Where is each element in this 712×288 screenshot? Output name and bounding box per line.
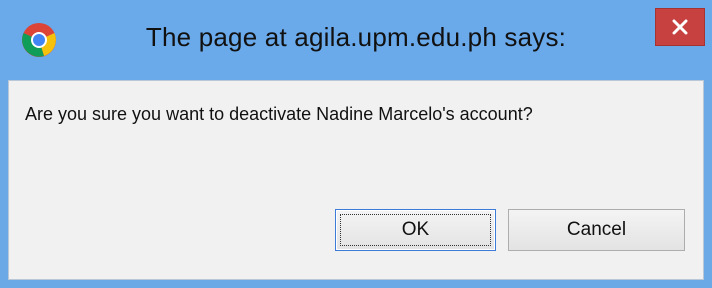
dialog-content: Are you sure you want to deactivate Nadi…: [8, 80, 704, 280]
dialog-title-bar[interactable]: The page at agila.upm.edu.ph says:: [0, 0, 712, 80]
ok-button[interactable]: OK: [335, 209, 496, 251]
cancel-button[interactable]: Cancel: [508, 209, 685, 251]
cancel-button-label: Cancel: [566, 219, 627, 240]
confirm-message: Are you sure you want to deactivate Nadi…: [25, 104, 533, 124]
dialog-title: The page at agila.upm.edu.ph says:: [145, 22, 567, 52]
close-button[interactable]: [655, 8, 705, 46]
javascript-confirm-dialog: The page at agila.upm.edu.ph says: Are y…: [0, 0, 712, 288]
ok-button-label: OK: [401, 219, 430, 240]
close-icon: [672, 19, 688, 35]
